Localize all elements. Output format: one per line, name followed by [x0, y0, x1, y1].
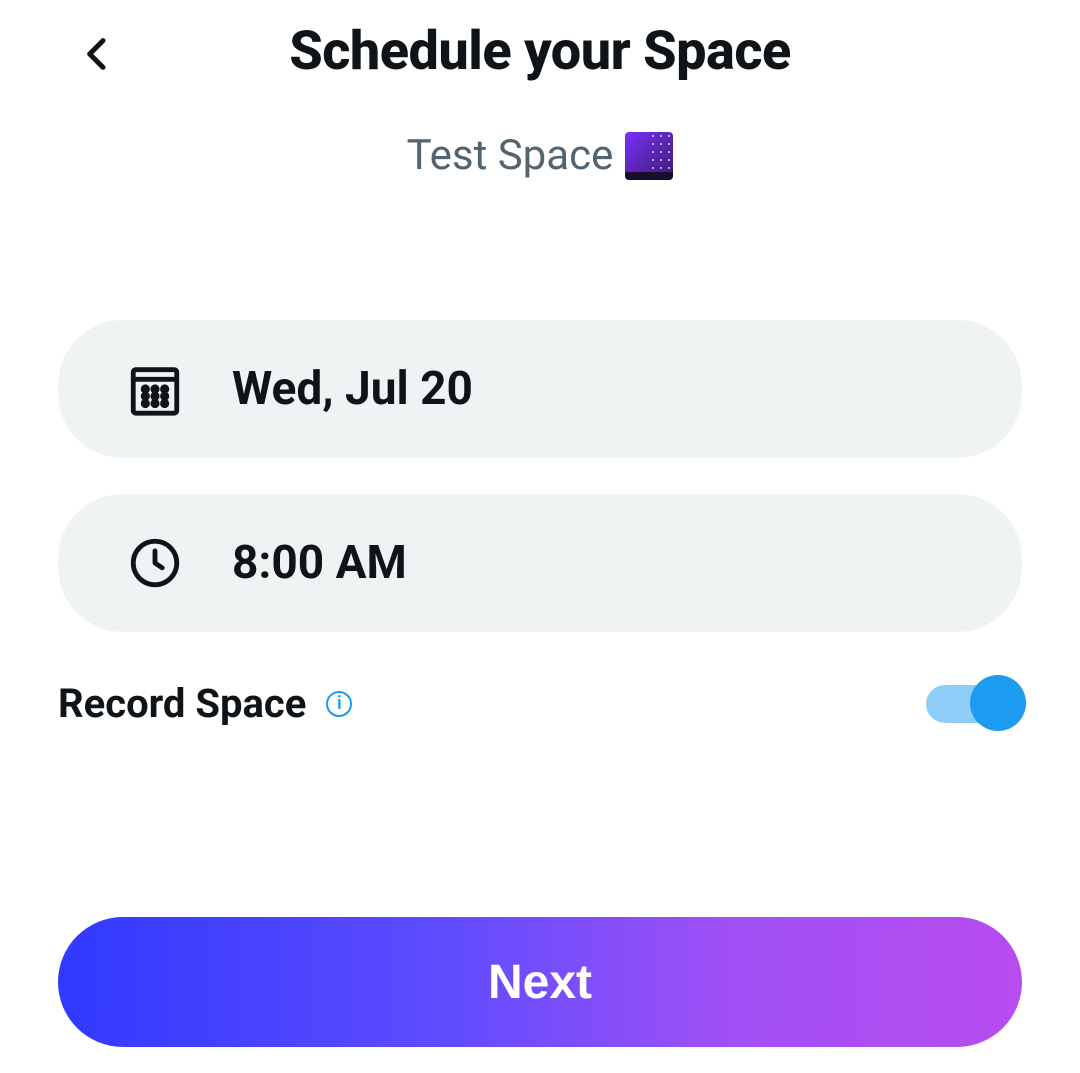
record-space-label: Record Space: [58, 680, 306, 727]
back-button[interactable]: [78, 30, 118, 82]
record-space-toggle[interactable]: [926, 685, 1022, 723]
page-title: Schedule your Space: [60, 20, 1020, 83]
space-name-subtitle: Test Space: [0, 131, 1080, 180]
toggle-knob: [970, 675, 1026, 731]
time-selector[interactable]: 8:00 AM: [58, 494, 1022, 632]
date-value: Wed, Jul 20: [232, 362, 473, 416]
space-name-text: Test Space: [407, 131, 614, 180]
chevron-left-icon: [78, 30, 118, 82]
calendar-icon: [126, 360, 184, 418]
time-value: 8:00 AM: [232, 536, 407, 590]
milky-way-icon: [625, 132, 673, 180]
info-icon[interactable]: i: [326, 691, 352, 717]
next-button[interactable]: Next: [58, 917, 1022, 1047]
date-selector[interactable]: Wed, Jul 20: [58, 320, 1022, 458]
clock-icon: [126, 534, 184, 592]
next-button-label: Next: [488, 955, 592, 1010]
